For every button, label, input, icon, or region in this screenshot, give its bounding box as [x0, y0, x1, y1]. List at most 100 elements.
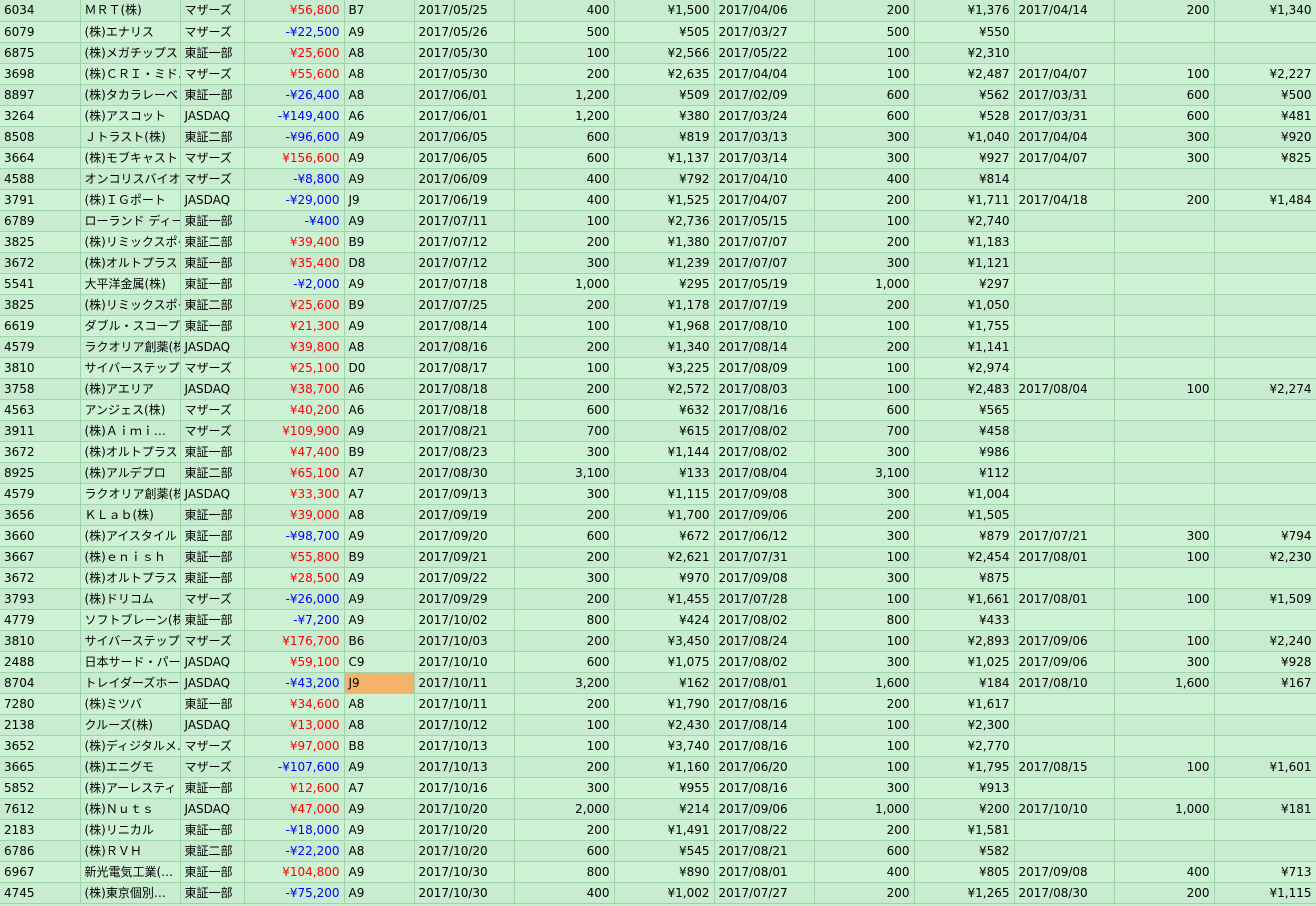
buy1-price-cell[interactable]: ¥879 — [914, 525, 1015, 547]
market-cell[interactable]: 東証一部 — [180, 546, 245, 568]
buy2-price-cell[interactable]: ¥1,484 — [1214, 189, 1316, 211]
buy2-qty-cell[interactable] — [1114, 357, 1215, 379]
buy2-price-cell[interactable] — [1214, 819, 1316, 841]
buy1-qty-cell[interactable]: 300 — [814, 441, 915, 463]
code-cell[interactable]: 8508 — [0, 126, 81, 148]
buy1-date-cell[interactable]: 2017/07/19 — [714, 294, 815, 316]
buy2-qty-cell[interactable] — [1114, 315, 1215, 337]
profit-cell[interactable]: -¥26,000 — [244, 588, 345, 610]
profit-cell[interactable]: ¥65,100 — [244, 462, 345, 484]
table-row[interactable]: 4745 (株)東京個別… 東証一部 -¥75,200 A9 2017/10/30 400 ¥… — [0, 882, 1316, 904]
buy2-date-cell[interactable]: 2017/03/31 — [1014, 105, 1115, 127]
buy1-qty-cell[interactable]: 100 — [814, 756, 915, 778]
buy1-date-cell[interactable]: 2017/04/06 — [714, 0, 815, 22]
sell-qty-cell[interactable]: 300 — [514, 252, 615, 274]
buy2-date-cell[interactable] — [1014, 819, 1115, 841]
code-cell[interactable]: 3664 — [0, 147, 81, 169]
buy2-price-cell[interactable] — [1214, 693, 1316, 715]
buy2-price-cell[interactable] — [1214, 21, 1316, 43]
buy2-price-cell[interactable] — [1214, 504, 1316, 526]
sell-price-cell[interactable]: ¥1,160 — [614, 756, 715, 778]
code-cell[interactable]: 8897 — [0, 84, 81, 106]
market-cell[interactable]: 東証二部 — [180, 840, 245, 862]
profit-cell[interactable]: ¥12,600 — [244, 777, 345, 799]
table-row[interactable]: 6619ダブル・スコープ(株)東証一部¥21,300A92017/08/1410… — [0, 315, 1316, 337]
buy1-qty-cell[interactable]: 100 — [814, 378, 915, 400]
buy2-price-cell[interactable] — [1214, 252, 1316, 274]
buy1-price-cell[interactable]: ¥2,483 — [914, 378, 1015, 400]
buy1-price-cell[interactable]: ¥1,661 — [914, 588, 1015, 610]
company-name-cell[interactable]: (株)ＩＧポート — [80, 189, 181, 211]
code-cell[interactable]: 7280 — [0, 693, 81, 715]
table-row[interactable]: 8704トレイダーズホー…JASDAQ-¥43,200J92017/10/113… — [0, 672, 1316, 694]
profit-cell[interactable]: -¥149,400 — [244, 105, 345, 127]
code-cell[interactable]: 8704 — [0, 672, 81, 694]
buy1-price-cell[interactable]: ¥112 — [914, 462, 1015, 484]
profit-cell[interactable]: -¥43,200 — [244, 672, 345, 694]
buy2-qty-cell[interactable]: 100 — [1114, 756, 1215, 778]
sell-qty-cell[interactable]: 400 — [514, 882, 615, 904]
sell-date-cell[interactable]: 2017/10/11 — [414, 693, 515, 715]
sell-price-cell[interactable]: ¥890 — [614, 861, 715, 883]
buy1-date-cell[interactable]: 2017/08/10 — [714, 315, 815, 337]
sell-qty-cell[interactable]: 300 — [514, 441, 615, 463]
market-cell[interactable]: 東証一部 — [180, 609, 245, 631]
profit-cell[interactable]: ¥56,800 — [244, 0, 345, 22]
buy1-price-cell[interactable]: ¥582 — [914, 840, 1015, 862]
buy1-date-cell[interactable]: 2017/08/21 — [714, 840, 815, 862]
profit-cell[interactable]: ¥21,300 — [244, 315, 345, 337]
table-row[interactable]: 3698 (株)ＣＲＩ・ミド… マザーズ ¥55,600 A8 2017/05/30 200… — [0, 63, 1316, 85]
market-cell[interactable]: 東証一部 — [180, 441, 245, 463]
sell-qty-cell[interactable]: 200 — [514, 63, 615, 85]
grade-cell[interactable]: B6 — [344, 630, 415, 652]
buy1-price-cell[interactable]: ¥1,183 — [914, 231, 1015, 253]
buy1-qty-cell[interactable]: 100 — [814, 630, 915, 652]
profit-cell[interactable]: ¥109,900 — [244, 420, 345, 442]
buy1-price-cell[interactable]: ¥2,974 — [914, 357, 1015, 379]
sell-date-cell[interactable]: 2017/10/13 — [414, 735, 515, 757]
grade-cell[interactable]: A9 — [344, 525, 415, 547]
buy2-qty-cell[interactable]: 100 — [1114, 588, 1215, 610]
sell-price-cell[interactable]: ¥1,500 — [614, 0, 715, 22]
buy1-qty-cell[interactable]: 200 — [814, 819, 915, 841]
sell-date-cell[interactable]: 2017/10/20 — [414, 840, 515, 862]
market-cell[interactable]: マザーズ — [180, 0, 245, 22]
table-row[interactable]: 3652 (株)ディジタルメ… マザーズ ¥97,000 B8 2017/10/13 100… — [0, 735, 1316, 757]
company-name-cell[interactable]: (株)アスコット — [80, 105, 181, 127]
buy2-date-cell[interactable] — [1014, 168, 1115, 190]
buy2-price-cell[interactable]: ¥1,340 — [1214, 0, 1316, 22]
sell-qty-cell[interactable]: 800 — [514, 609, 615, 631]
sell-price-cell[interactable]: ¥1,790 — [614, 693, 715, 715]
buy1-qty-cell[interactable]: 3,100 — [814, 462, 915, 484]
buy2-qty-cell[interactable] — [1114, 609, 1215, 631]
sell-qty-cell[interactable]: 1,000 — [514, 273, 615, 295]
buy2-date-cell[interactable]: 2017/08/30 — [1014, 882, 1115, 904]
profit-cell[interactable]: ¥39,000 — [244, 504, 345, 526]
buy1-date-cell[interactable]: 2017/07/28 — [714, 588, 815, 610]
buy1-qty-cell[interactable]: 300 — [814, 651, 915, 673]
sell-date-cell[interactable]: 2017/09/20 — [414, 525, 515, 547]
buy2-qty-cell[interactable] — [1114, 336, 1215, 358]
sell-price-cell[interactable]: ¥955 — [614, 777, 715, 799]
buy1-date-cell[interactable]: 2017/09/06 — [714, 504, 815, 526]
buy2-price-cell[interactable] — [1214, 399, 1316, 421]
buy1-date-cell[interactable]: 2017/04/10 — [714, 168, 815, 190]
sell-qty-cell[interactable]: 200 — [514, 336, 615, 358]
profit-cell[interactable]: -¥22,500 — [244, 21, 345, 43]
market-cell[interactable]: 東証一部 — [180, 882, 245, 904]
code-cell[interactable]: 3652 — [0, 735, 81, 757]
buy1-date-cell[interactable]: 2017/08/14 — [714, 714, 815, 736]
profit-cell[interactable]: ¥25,600 — [244, 294, 345, 316]
market-cell[interactable]: JASDAQ — [180, 189, 245, 211]
grade-cell[interactable]: A8 — [344, 714, 415, 736]
code-cell[interactable]: 3791 — [0, 189, 81, 211]
buy1-qty-cell[interactable]: 700 — [814, 420, 915, 442]
buy1-qty-cell[interactable]: 400 — [814, 861, 915, 883]
buy2-price-cell[interactable] — [1214, 315, 1316, 337]
sell-price-cell[interactable]: ¥672 — [614, 525, 715, 547]
buy2-date-cell[interactable] — [1014, 693, 1115, 715]
table-row[interactable]: 3825(株)リミックスポイ…東証二部¥39,400B92017/07/1220… — [0, 231, 1316, 253]
table-row[interactable]: 4588オンコリスバイオフ…マザーズ-¥8,800A92017/06/09400… — [0, 168, 1316, 190]
buy2-date-cell[interactable] — [1014, 441, 1115, 463]
buy1-date-cell[interactable]: 2017/03/13 — [714, 126, 815, 148]
